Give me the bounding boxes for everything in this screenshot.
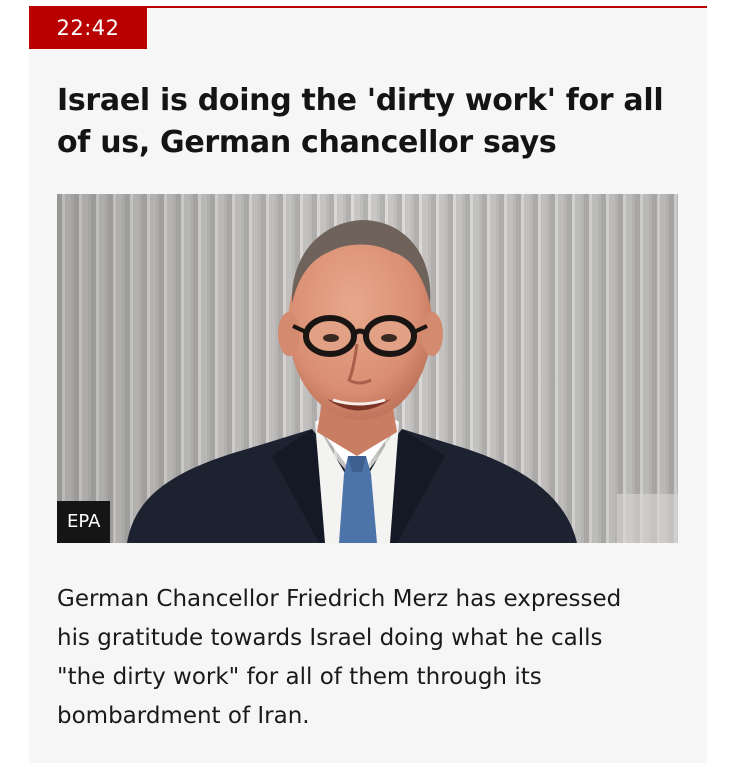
- post-headline[interactable]: Israel is doing the 'dirty work' for all…: [57, 80, 687, 164]
- article-photo[interactable]: EPA: [57, 194, 678, 543]
- image-credit: EPA: [57, 501, 111, 543]
- live-post-card: 22:42 Israel is doing the 'dirty work' f…: [29, 6, 707, 763]
- timestamp-badge: 22:42: [29, 8, 147, 49]
- post-summary: German Chancellor Friedrich Merz has exp…: [57, 586, 622, 729]
- photo-illustration: [57, 194, 678, 543]
